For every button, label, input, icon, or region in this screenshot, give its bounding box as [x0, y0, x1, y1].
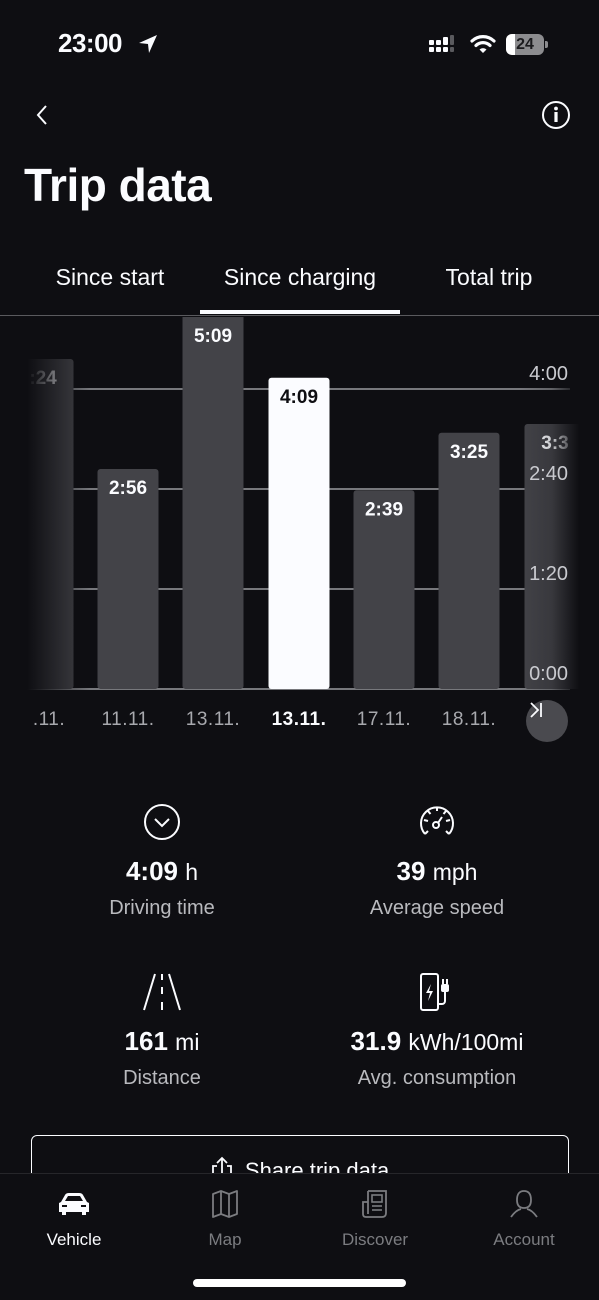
stat-value: 161 [124, 1026, 168, 1056]
stat-value: 39 [396, 856, 426, 886]
chart-canvas: :24 2:56 5:09 4:09 2:39 3:25 3:3 [0, 317, 586, 690]
nav-label: Account [493, 1230, 555, 1249]
stat-unit: mi [175, 1029, 200, 1055]
cellular-signal-icon [429, 35, 454, 52]
clock-icon [144, 804, 180, 840]
skip-to-end-button[interactable] [526, 700, 568, 742]
info-icon[interactable] [538, 97, 574, 133]
stat-distance: 161 mi Distance [12, 970, 312, 1090]
stat-unit: h [185, 859, 199, 885]
person-icon [510, 1190, 538, 1218]
x-axis-date-label[interactable]: 18.11. [429, 709, 509, 731]
nav-item-discover[interactable]: Discover [325, 1188, 425, 1250]
bar-value-label: 5:09 [194, 326, 232, 347]
chart-bar-selected[interactable] [268, 377, 330, 689]
tab-since-start[interactable]: Since start [30, 264, 190, 314]
home-indicator[interactable] [193, 1279, 406, 1287]
stat-label: Average speed [369, 897, 505, 919]
bar-value-label: 3:3 [541, 433, 568, 454]
nav-item-vehicle[interactable]: Vehicle [24, 1188, 124, 1250]
y-axis-tick-label: 4:00 [529, 363, 568, 385]
car-icon [59, 1193, 89, 1215]
stat-label: Distance [123, 1067, 201, 1089]
x-axis-date-label[interactable]: 13.11. [259, 709, 339, 731]
x-axis-date-label[interactable]: 17.11. [344, 709, 424, 731]
stat-driving-time: 4:09 h Driving time [12, 800, 312, 920]
speedometer-icon [420, 806, 454, 835]
stat-unit: mph [432, 859, 478, 885]
tab-total-trip[interactable]: Total trip [420, 264, 558, 314]
status-bar: 23:00 24 [0, 0, 599, 90]
driving-time-chart[interactable]: :24 2:56 5:09 4:09 2:39 3:25 3:3 0:00 1:20 2:40 4… [0, 317, 599, 747]
location-arrow-icon [139, 35, 157, 53]
tab-bar-segments: Since start Since charging Total trip [0, 250, 599, 316]
stat-value: 4:09 [125, 856, 178, 886]
battery-level: 24 [516, 36, 534, 53]
y-axis-tick-label: 0:00 [529, 663, 568, 685]
stat-label: Driving time [109, 897, 215, 919]
page-title: Trip data [24, 159, 212, 211]
chevron-left-icon [36, 105, 47, 125]
bar-value-label: 4:09 [280, 387, 318, 408]
stat-label: Avg. consumption [357, 1067, 517, 1089]
nav-label: Discover [341, 1230, 409, 1249]
wifi-icon [470, 35, 496, 53]
y-axis-tick-label: 2:40 [529, 463, 568, 485]
chart-bar[interactable] [438, 432, 500, 689]
bar-value-label: :24 [29, 368, 57, 389]
active-tab-indicator [200, 310, 400, 314]
stat-unit: kWh/100mi [408, 1029, 524, 1055]
stat-avg-consumption: 31.9 kWh/100mi Avg. consumption [287, 970, 587, 1090]
nav-item-account[interactable]: Account [474, 1188, 574, 1250]
nav-label: Vehicle [46, 1230, 102, 1249]
bar-value-label: 2:56 [109, 478, 147, 499]
charging-station-icon [420, 973, 449, 1011]
battery-indicator: 24 [506, 34, 548, 56]
chart-bar[interactable] [12, 359, 74, 689]
tab-since-charging[interactable]: Since charging [200, 264, 400, 314]
x-axis-date-label[interactable]: 11.11. [88, 709, 168, 731]
back-button[interactable] [26, 98, 60, 132]
bar-value-label: 3:25 [450, 442, 488, 463]
stat-value: 31.9 [350, 1026, 402, 1056]
skip-to-end-icon [530, 702, 542, 718]
x-axis-date-label[interactable]: .11. [9, 709, 89, 731]
road-icon [143, 973, 181, 1011]
chart-bar[interactable] [182, 317, 244, 689]
y-axis-tick-label: 1:20 [529, 563, 568, 585]
bar-value-label: 2:39 [365, 499, 403, 520]
nav-item-map[interactable]: Map [175, 1188, 275, 1250]
x-axis-date-label[interactable]: 13.11. [173, 709, 253, 731]
chart-bar[interactable] [97, 469, 159, 689]
nav-label: Map [208, 1230, 242, 1249]
status-time: 23:00 [58, 28, 123, 58]
stat-average-speed: 39 mph Average speed [287, 800, 587, 920]
map-icon [212, 1190, 238, 1218]
newspaper-icon [362, 1190, 387, 1218]
